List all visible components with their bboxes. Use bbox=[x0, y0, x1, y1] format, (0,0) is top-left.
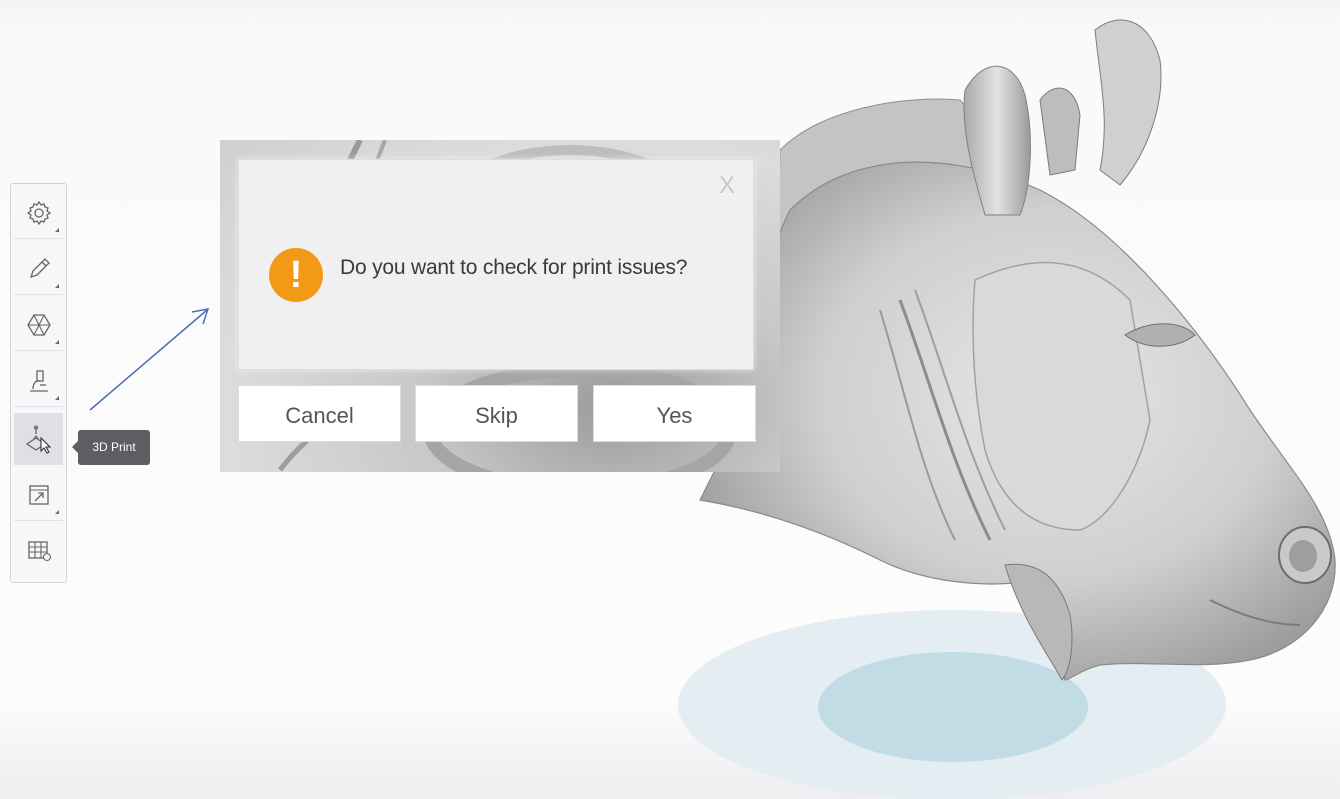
dialog-zoom-callout: X ! Do you want to check for print issue… bbox=[220, 140, 780, 472]
3d-print-icon bbox=[25, 424, 51, 454]
settings-tool-button[interactable] bbox=[14, 187, 63, 239]
print-platform-inner bbox=[818, 652, 1088, 762]
mesh-icon bbox=[26, 313, 51, 336]
left-toolbar bbox=[10, 183, 67, 583]
skip-button[interactable]: Skip bbox=[415, 385, 578, 442]
print-check-dialog: X ! Do you want to check for print issue… bbox=[238, 159, 754, 370]
edit-tool-button[interactable] bbox=[14, 243, 63, 295]
mesh-tool-button[interactable] bbox=[14, 299, 63, 351]
3d-print-tooltip: 3D Print bbox=[72, 430, 150, 465]
annotation-arrow bbox=[89, 308, 210, 411]
grid-tool-button[interactable] bbox=[14, 525, 63, 577]
pencil-icon bbox=[29, 257, 50, 278]
dialog-message: Do you want to check for print issues? bbox=[340, 256, 688, 279]
3d-print-tool-button[interactable] bbox=[14, 413, 63, 465]
inspect-tool-button[interactable] bbox=[14, 355, 63, 407]
horse-head-model bbox=[699, 19, 1336, 681]
cancel-button[interactable]: Cancel bbox=[238, 385, 401, 442]
yes-button[interactable]: Yes bbox=[593, 385, 756, 442]
export-tool-button[interactable] bbox=[14, 469, 63, 521]
gear-icon bbox=[26, 200, 51, 225]
grid-icon bbox=[27, 541, 51, 562]
export-icon bbox=[28, 484, 49, 505]
warning-icon: ! bbox=[269, 248, 323, 302]
microscope-icon bbox=[29, 369, 48, 392]
close-icon[interactable]: X bbox=[719, 174, 735, 198]
